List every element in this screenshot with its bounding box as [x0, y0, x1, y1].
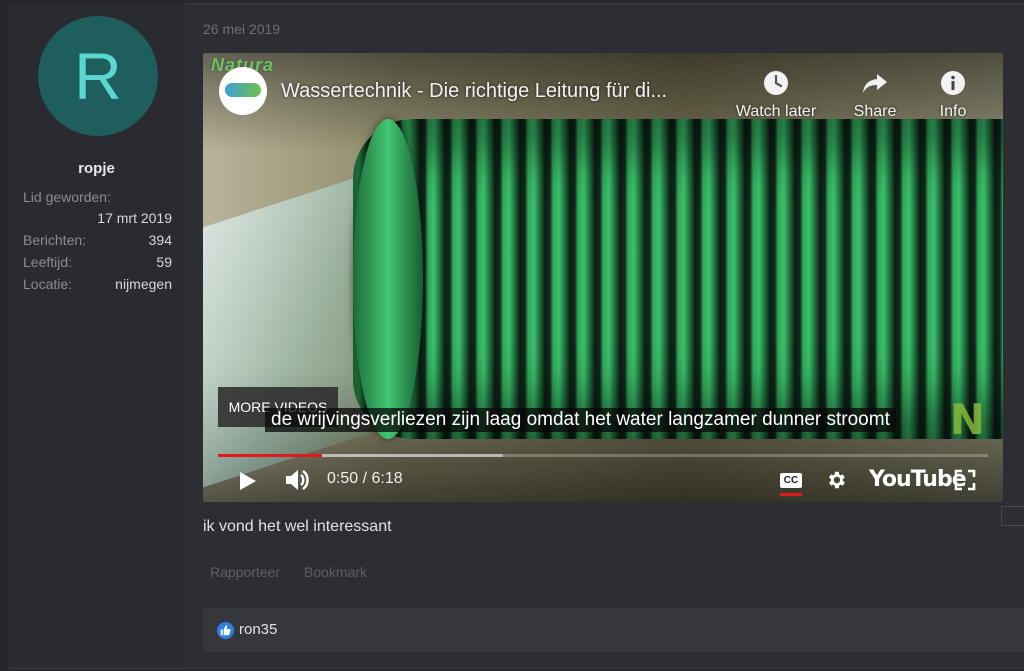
share-arrow-icon [863, 74, 887, 93]
stat-value-joined: 17 mrt 2019 [97, 210, 172, 226]
fullscreen-icon[interactable] [954, 469, 976, 491]
author-sidebar: R ropje Lid geworden: 17 mrt 2019 Berich… [8, 3, 185, 667]
video-frame-hose-mouth [353, 119, 423, 439]
captions-button[interactable]: CC [780, 473, 802, 488]
stat-label-joined: Lid geworden: [23, 189, 111, 205]
watch-later-button[interactable]: Watch later [731, 69, 821, 121]
username-link[interactable]: ropje [8, 160, 185, 177]
video-player[interactable]: Natura Wassertechnik - Die richtige Leit… [203, 53, 1003, 502]
clock-icon [764, 71, 788, 95]
watch-later-label: Watch later [735, 103, 817, 120]
side-panel-toggle[interactable] [1001, 506, 1024, 526]
stat-value-location: nijmegen [115, 276, 172, 292]
stat-label-age: Leeftijd: [23, 254, 73, 270]
subtitle-caption: de wrijvingsverliezen zijn laag omdat he… [265, 408, 896, 432]
reactions-bar: ron35 [203, 608, 1024, 652]
info-button[interactable]: Info [931, 69, 975, 121]
info-label: Info [939, 103, 967, 120]
report-link[interactable]: Rapporteer [210, 564, 280, 580]
avatar[interactable]: R [38, 16, 158, 136]
progress-bar[interactable] [218, 454, 988, 457]
progress-played [218, 454, 322, 457]
channel-logo-icon [225, 83, 261, 97]
video-title[interactable]: Wassertechnik - Die richtige Leitung für… [281, 80, 721, 103]
reaction-user-link[interactable]: ron35 [239, 621, 277, 638]
captions-active-indicator [780, 493, 802, 496]
post-message: ik vond het wel interessant [203, 518, 392, 535]
share-label: Share [853, 103, 897, 120]
time-display: 0:50 / 6:18 [327, 470, 403, 487]
youtube-logo[interactable]: YouTube [869, 467, 967, 492]
stat-label-messages: Berichten: [23, 232, 87, 248]
play-icon[interactable] [233, 467, 261, 495]
video-frame-hose [353, 119, 1003, 439]
channel-avatar[interactable] [219, 67, 267, 115]
share-button[interactable]: Share [847, 69, 903, 121]
channel-n-watermark: N [949, 395, 985, 444]
stat-value-age: 59 [156, 254, 172, 270]
bookmark-link[interactable]: Bookmark [304, 564, 367, 580]
gear-icon[interactable] [825, 469, 847, 491]
post-date[interactable]: 26 mei 2019 [203, 21, 280, 37]
stat-value-messages: 394 [148, 232, 172, 248]
stat-label-location: Locatie: [23, 276, 73, 292]
info-icon [941, 71, 965, 95]
volume-icon[interactable] [283, 466, 313, 494]
thumbs-up-icon [217, 622, 234, 639]
